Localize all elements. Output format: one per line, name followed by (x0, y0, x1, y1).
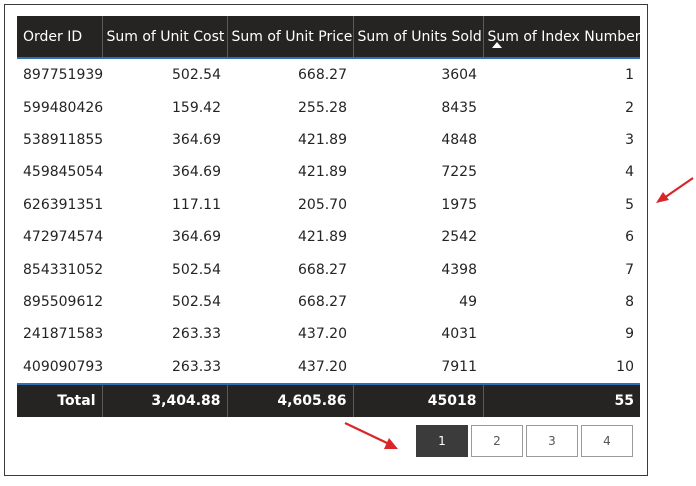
cell-index-number: 8 (625, 293, 634, 310)
cell-unit-price: 421.89 (298, 229, 347, 246)
cell-unit-price: 421.89 (298, 164, 347, 181)
table-row[interactable]: 472974574 364.69 421.89 2542 6 (17, 221, 640, 253)
cell-order-id: 409090793 (23, 358, 104, 375)
cell-units-sold: 49 (459, 293, 477, 310)
total-label: Total (17, 383, 103, 417)
cell-index-number: 1 (625, 67, 634, 84)
cell-units-sold: 4398 (441, 261, 477, 278)
cell-index-number: 9 (625, 326, 634, 343)
column-header-units-sold[interactable]: Sum of Units Sold (353, 16, 484, 58)
cell-unit-cost: 502.54 (172, 67, 221, 84)
cell-order-id: 599480426 (23, 99, 104, 116)
cell-index-number: 10 (616, 358, 634, 375)
cell-order-id: 459845054 (23, 164, 104, 181)
sort-ascending-icon (491, 42, 502, 48)
cell-index-number: 7 (625, 261, 634, 278)
cell-units-sold: 1975 (441, 196, 477, 213)
total-units-sold: 45018 (353, 383, 484, 417)
table-row[interactable]: 241871583 263.33 437.20 4031 9 (17, 318, 640, 350)
total-unit-price: 4,605.86 (227, 383, 354, 417)
cell-unit-price: 668.27 (298, 293, 347, 310)
cell-index-number: 2 (625, 99, 634, 116)
cell-order-id: 897751939 (23, 67, 104, 84)
cell-unit-cost: 364.69 (172, 229, 221, 246)
cell-unit-cost: 364.69 (172, 164, 221, 181)
annotation-arrow-right (656, 177, 694, 203)
cell-unit-price: 437.20 (298, 326, 347, 343)
table-row[interactable]: 538911855 364.69 421.89 4848 3 (17, 124, 640, 156)
cell-unit-cost: 263.33 (172, 358, 221, 375)
column-header-unit-price[interactable]: Sum of Unit Price (227, 16, 354, 58)
table-row[interactable]: 599480426 159.42 255.28 8435 2 (17, 91, 640, 123)
cell-order-id: 895509612 (23, 293, 104, 310)
cell-unit-cost: 502.54 (172, 261, 221, 278)
cell-units-sold: 4848 (441, 131, 477, 148)
cell-order-id: 241871583 (23, 326, 104, 343)
total-index-number: 55 (483, 383, 640, 417)
total-row: Total 3,404.88 4,605.86 45018 55 (17, 383, 640, 417)
cell-unit-price: 255.28 (298, 99, 347, 116)
cell-units-sold: 2542 (441, 229, 477, 246)
cell-unit-price: 421.89 (298, 131, 347, 148)
cell-unit-cost: 502.54 (172, 293, 221, 310)
table-row[interactable]: 409090793 263.33 437.20 7911 10 (17, 351, 640, 384)
data-table: Order ID Sum of Unit Cost Sum of Unit Pr… (17, 16, 640, 417)
cell-unit-price: 668.27 (298, 67, 347, 84)
column-header-order-id[interactable]: Order ID (17, 16, 103, 58)
page-button-4[interactable]: 4 (581, 425, 633, 457)
column-header-index-number-label: Sum of Index Number (487, 28, 641, 45)
cell-index-number: 5 (625, 196, 634, 213)
pagination: 1234 (416, 425, 633, 459)
total-unit-cost: 3,404.88 (102, 383, 228, 417)
page-button-3[interactable]: 3 (526, 425, 578, 457)
cell-unit-price: 205.70 (298, 196, 347, 213)
cell-unit-cost: 117.11 (172, 196, 221, 213)
cell-unit-cost: 364.69 (172, 131, 221, 148)
cell-unit-cost: 159.42 (172, 99, 221, 116)
cell-order-id: 472974574 (23, 229, 104, 246)
page-button-1[interactable]: 1 (416, 425, 468, 457)
cell-order-id: 538911855 (23, 131, 104, 148)
annotation-arrow-bottom (344, 422, 398, 449)
column-header-index-number[interactable]: Sum of Index Number (483, 16, 640, 58)
cell-units-sold: 7911 (441, 358, 477, 375)
cell-order-id: 854331052 (23, 261, 104, 278)
table-row[interactable]: 626391351 117.11 205.70 1975 5 (17, 189, 640, 221)
cell-unit-price: 437.20 (298, 358, 347, 375)
table-row[interactable]: 459845054 364.69 421.89 7225 4 (17, 156, 640, 188)
page-button-2[interactable]: 2 (471, 425, 523, 457)
cell-unit-price: 668.27 (298, 261, 347, 278)
cell-order-id: 626391351 (23, 196, 104, 213)
table-row[interactable]: 895509612 502.54 668.27 49 8 (17, 286, 640, 318)
table-header-row: Order ID Sum of Unit Cost Sum of Unit Pr… (17, 16, 640, 58)
cell-units-sold: 4031 (441, 326, 477, 343)
cell-units-sold: 3604 (441, 67, 477, 84)
table-row[interactable]: 897751939 502.54 668.27 3604 1 (17, 58, 640, 91)
cell-unit-cost: 263.33 (172, 326, 221, 343)
table-row[interactable]: 854331052 502.54 668.27 4398 7 (17, 253, 640, 285)
cell-units-sold: 7225 (441, 164, 477, 181)
cell-index-number: 4 (625, 164, 634, 181)
column-header-unit-cost[interactable]: Sum of Unit Cost (102, 16, 228, 58)
cell-index-number: 6 (625, 229, 634, 246)
cell-index-number: 3 (625, 131, 634, 148)
table-visual-frame: Order ID Sum of Unit Cost Sum of Unit Pr… (4, 4, 648, 476)
cell-units-sold: 8435 (441, 99, 477, 116)
